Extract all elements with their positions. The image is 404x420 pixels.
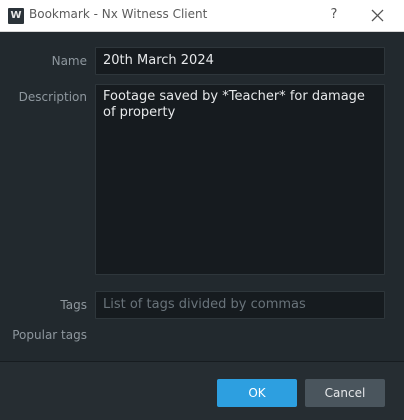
help-button[interactable]: ? [324, 5, 344, 25]
app-logo-icon: W [8, 8, 24, 24]
window-title: Bookmark - Nx Witness Client [29, 7, 208, 21]
popular-tags-label: Popular tags [12, 328, 87, 342]
tags-label: Tags [60, 298, 87, 312]
close-button[interactable] [366, 5, 388, 27]
name-label: Name [51, 54, 87, 68]
cancel-button[interactable]: Cancel [305, 379, 385, 407]
name-input[interactable]: 20th March 2024 [95, 47, 385, 75]
bookmark-dialog: W Bookmark - Nx Witness Client ? Name 20… [0, 0, 404, 420]
description-label: Description [18, 90, 87, 104]
close-icon [371, 9, 384, 22]
title-bar: W Bookmark - Nx Witness Client ? [0, 0, 404, 32]
tags-input[interactable]: List of tags divided by commas [95, 291, 385, 319]
description-textarea[interactable]: Footage saved by *Teacher* for damage of… [95, 84, 385, 275]
ok-button[interactable]: OK [217, 379, 297, 407]
